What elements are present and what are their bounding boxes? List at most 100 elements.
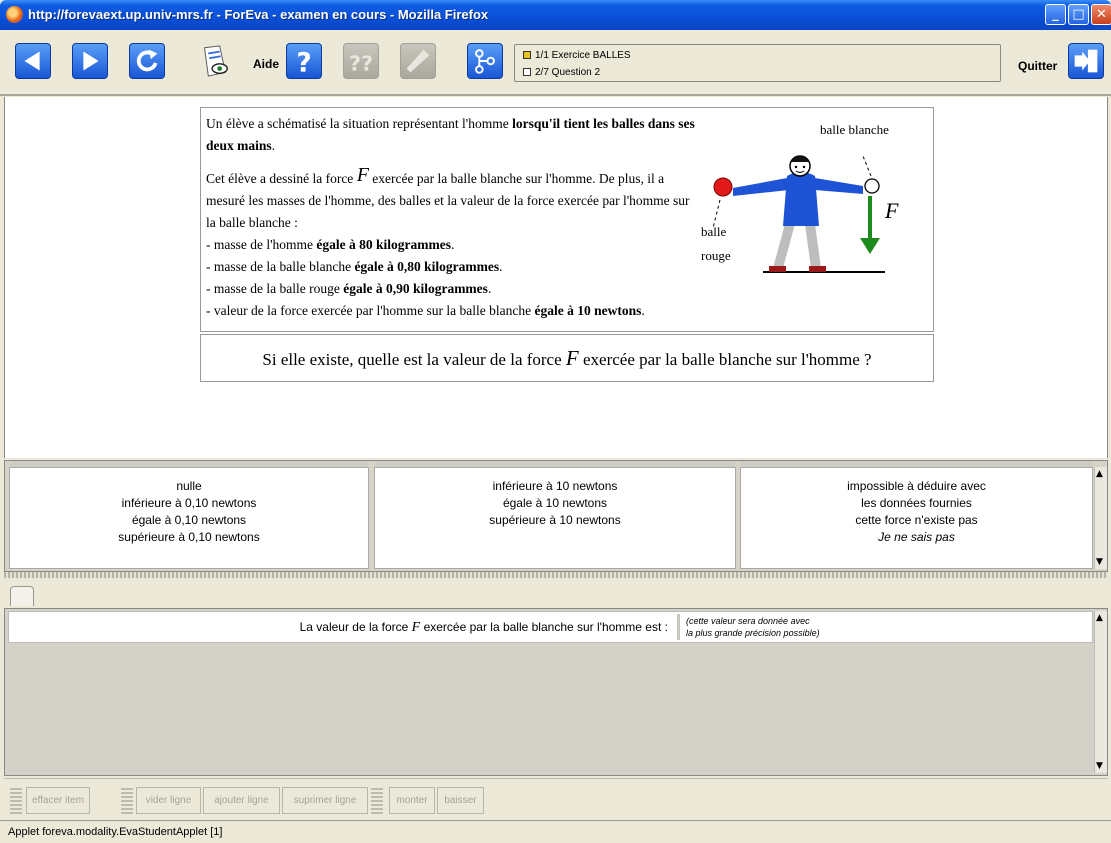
empty-line-button[interactable]: vider ligne (136, 787, 201, 814)
statement-p1-end: . (271, 138, 276, 153)
navigation-tree-button[interactable] (467, 43, 503, 79)
choice-list-3: impossible à déduire avec les données fo… (741, 478, 1092, 546)
scroll-down-icon[interactable]: ▼ (1096, 557, 1103, 567)
choice-item[interactable]: supérieure à 10 newtons (375, 512, 735, 529)
document-eye-icon (204, 45, 228, 77)
clear-item-button[interactable]: effacer item (26, 787, 90, 814)
help-label: Aide (253, 57, 280, 71)
minimize-button[interactable]: _ (1045, 4, 1066, 25)
answer-placeholder-line-1: (cette valeur sera donnée avec (686, 616, 810, 626)
svg-text:??: ?? (349, 51, 373, 75)
status-bar: Applet foreva.modality.EvaStudentApplet … (0, 820, 1111, 843)
mass-red-value: égale à 0,90 kilogrammes (343, 281, 488, 296)
statement-box: Un élève a schématisé la situation repré… (200, 107, 934, 332)
force-line: - valeur de la force exercée par l'homme… (206, 300, 696, 322)
column-header-bar (375, 461, 735, 467)
mass-line-red-ball: - masse de la balle rouge égale à 0,90 k… (206, 278, 696, 300)
answer-choices-panel: nulle inférieure à 0,10 newtons égale à … (4, 460, 1108, 572)
question-marker-icon (523, 68, 531, 76)
force-line-label: - valeur de la force exercée par l'homme… (206, 303, 535, 318)
choice-item[interactable]: inférieure à 0,10 newtons (10, 495, 368, 512)
question-mark-icon: ? (296, 47, 311, 78)
reload-button[interactable] (129, 43, 165, 79)
close-icon: ✕ (1096, 7, 1107, 22)
force-vector-symbol: F (356, 164, 369, 186)
exercise-label: 1/1 Exercice BALLES (535, 50, 631, 61)
maximize-button[interactable]: □ (1068, 4, 1089, 25)
arrow-right-icon (83, 51, 99, 71)
mass-white-value: égale à 0,80 kilogrammes (354, 259, 500, 274)
answer-tab[interactable] (10, 586, 34, 606)
choice-item[interactable]: impossible à déduire avec (741, 478, 1092, 495)
toolbar-grip[interactable] (10, 787, 22, 814)
choice-item[interactable]: cette force n'existe pas (741, 512, 1092, 529)
red-ball-label-1: balle (701, 224, 727, 239)
quit-button[interactable] (1068, 43, 1104, 79)
answer-placeholder-line-2: la plus grande précision possible) (686, 628, 820, 638)
question-label: 2/7 Question 2 (535, 67, 601, 78)
brush-icon (406, 49, 430, 73)
red-ball-label-2: rouge (701, 248, 731, 263)
force-line-dot: . (641, 303, 645, 318)
statement-text: Un élève a schématisé la situation repré… (206, 113, 696, 322)
choice-item[interactable]: inférieure à 10 newtons (375, 478, 735, 495)
exercise-indicator[interactable]: 1/1 Exercice BALLES (523, 50, 631, 61)
status-text: Applet foreva.modality.EvaStudentApplet … (8, 826, 223, 838)
next-button[interactable] (72, 43, 108, 79)
column-header-bar (741, 461, 1092, 467)
choice-list-1: nulle inférieure à 0,10 newtons égale à … (10, 478, 368, 546)
white-ball-label: balle blanche (820, 122, 889, 137)
stick-figure-illustration: balle blanche balle rouge F (693, 116, 925, 296)
mass-line-white-ball: - masse de la balle blanche égale à 0,80… (206, 256, 696, 278)
help-button[interactable]: ? (286, 43, 322, 79)
tree-icon (475, 49, 495, 74)
answer-scrollbar[interactable]: ▲ ▼ (1094, 611, 1107, 773)
navigation-info-panel: 1/1 Exercice BALLES 2/7 Question 2 (514, 44, 1001, 82)
choice-item[interactable]: les données fournies (741, 495, 1092, 512)
question-prompt-a: Si elle existe, quelle est la valeur de … (262, 350, 566, 369)
question-prompt: Si elle existe, quelle est la valeur de … (200, 334, 934, 382)
choice-item[interactable]: égale à 10 newtons (375, 495, 735, 512)
answer-label-b: exercée par la balle blanche sur l'homme… (420, 620, 668, 634)
eraser-button[interactable] (400, 43, 436, 79)
answer-area: La valeur de la force F exercée par la b… (4, 608, 1108, 776)
scroll-up-icon[interactable]: ▲ (1096, 469, 1103, 479)
add-line-button[interactable]: ajouter ligne (203, 787, 280, 814)
exercise-marker-icon (523, 51, 531, 59)
view-document-button[interactable] (196, 43, 232, 79)
choice-column-2: inférieure à 10 newtons égale à 10 newto… (374, 461, 736, 569)
mass-man-value: égale à 80 kilogrammes (316, 237, 452, 252)
mass-man-label: - masse de l'homme (206, 237, 317, 252)
mass-man-dot: . (451, 237, 455, 252)
close-button[interactable]: ✕ (1091, 4, 1111, 25)
double-question-icon: ?? (349, 51, 373, 75)
window-title: http://forevaext.up.univ-mrs.fr - ForEva… (28, 7, 489, 22)
statement-paragraph-1: Un élève a schématisé la situation repré… (206, 113, 696, 157)
answer-tab-row (4, 578, 1108, 608)
arrow-left-icon (24, 51, 40, 71)
scroll-up-icon[interactable]: ▲ (1096, 613, 1103, 623)
toolbar-grip[interactable] (371, 787, 383, 814)
choice-item[interactable]: égale à 0,10 newtons (10, 512, 368, 529)
choice-item[interactable]: Je ne sais pas (741, 529, 1092, 546)
delete-line-button[interactable]: suprimer ligne (282, 787, 368, 814)
answer-label-a: La valeur de la force (299, 620, 412, 634)
scroll-down-icon[interactable]: ▼ (1096, 761, 1103, 771)
choices-scrollbar[interactable]: ▲ ▼ (1094, 467, 1107, 569)
move-up-button[interactable]: monter (389, 787, 435, 814)
firefox-icon (6, 6, 23, 23)
move-down-button[interactable]: baisser (437, 787, 484, 814)
previous-button[interactable] (15, 43, 51, 79)
answer-input-field[interactable]: (cette valeur sera donnée avec la plus g… (677, 614, 1091, 640)
choice-item[interactable]: supérieure à 0,10 newtons (10, 529, 368, 546)
mass-red-dot: . (487, 281, 492, 296)
applet-toolbar: Aide ? ?? 1/1 Exercice BALLES 2/7 Questi… (0, 30, 1111, 96)
toolbar-grip[interactable] (121, 787, 133, 814)
double-help-button[interactable]: ?? (343, 43, 379, 79)
mass-white-dot: . (499, 259, 503, 274)
force-line-value: égale à 10 newtons (534, 303, 642, 318)
prompt-force-symbol: F (565, 346, 579, 370)
choice-item[interactable]: nulle (10, 478, 368, 495)
window-titlebar: http://forevaext.up.univ-mrs.fr - ForEva… (0, 0, 1111, 30)
question-indicator[interactable]: 2/7 Question 2 (523, 67, 600, 78)
